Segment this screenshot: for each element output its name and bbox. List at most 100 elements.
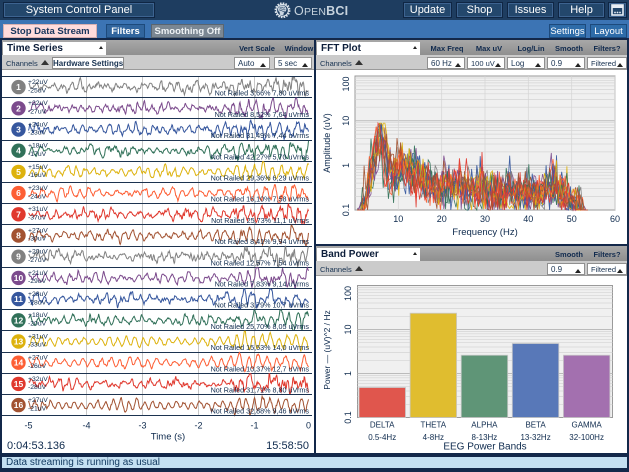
svg-text:4: 4 (16, 146, 21, 156)
svg-text:-16uV: -16uV (28, 172, 47, 179)
svg-text:+27uV: +27uV (28, 227, 48, 234)
svg-text:+21uV: +21uV (28, 270, 48, 277)
svg-text:30: 30 (480, 214, 490, 224)
svg-text:-37uV: -37uV (28, 215, 47, 222)
svg-text:-17uV: -17uV (28, 151, 47, 158)
svg-text:+20uV: +20uV (28, 249, 48, 256)
svg-text:14: 14 (14, 358, 24, 368)
svg-text:0:04:53.136: 0:04:53.136 (7, 440, 65, 452)
svg-text:10: 10 (393, 214, 403, 224)
svg-text:-2: -2 (194, 421, 202, 431)
svg-text:Not Railed 29,36% 6,29 uVrms: Not Railed 29,36% 6,29 uVrms (211, 174, 310, 183)
svg-text:Not Railed 7,83% 9,14 uVrms: Not Railed 7,83% 9,14 uVrms (215, 280, 310, 289)
svg-text:+31uV: +31uV (28, 206, 48, 213)
svg-text:Not Railed 42,27% 5,70 uVrms: Not Railed 42,27% 5,70 uVrms (211, 152, 310, 161)
svg-text:0.5-4Hz: 0.5-4Hz (368, 433, 396, 442)
svg-text:0: 0 (306, 421, 311, 431)
svg-text:-4: -4 (82, 421, 90, 431)
svg-text:-20uV: -20uV (28, 321, 47, 328)
svg-text:-28uV: -28uV (28, 299, 47, 306)
svg-text:50: 50 (567, 214, 577, 224)
svg-text:-28uV: -28uV (28, 384, 47, 391)
svg-text:11: 11 (14, 294, 23, 304)
svg-text:+22uV: +22uV (28, 79, 48, 86)
svg-text:Not Railed 10,37% 12,7 uVrms: Not Railed 10,37% 12,7 uVrms (211, 364, 310, 373)
svg-text:Amplitude (uV): Amplitude (uV) (322, 113, 332, 173)
svg-text:20: 20 (437, 214, 447, 224)
svg-text:1: 1 (16, 82, 21, 92)
svg-text:-27uV: -27uV (28, 257, 47, 264)
svg-text:Not Railed 25,73% 11,1 uVrms: Not Railed 25,73% 11,1 uVrms (211, 216, 309, 225)
svg-text:+24uV: +24uV (28, 121, 48, 128)
svg-text:DELTA: DELTA (370, 421, 395, 430)
svg-text:8: 8 (16, 231, 21, 241)
svg-text:1: 1 (341, 163, 351, 168)
svg-text:Not Railed 31,71% 8,80 uVrms: Not Railed 31,71% 8,80 uVrms (211, 386, 310, 395)
svg-text:-27uV: -27uV (28, 109, 47, 116)
svg-text:Not Railed 3,66% 7,80 uVrms: Not Railed 3,66% 7,80 uVrms (215, 89, 310, 98)
svg-text:7: 7 (16, 209, 21, 219)
svg-text:Time (s): Time (s) (151, 432, 185, 443)
svg-text:-23uV: -23uV (28, 130, 47, 137)
svg-text:40: 40 (523, 214, 533, 224)
svg-text:EEG Power Bands: EEG Power Bands (443, 442, 526, 453)
svg-text:Not Railed 8,52% 7,64 uVrms: Not Railed 8,52% 7,64 uVrms (215, 110, 310, 119)
svg-text:-29uV: -29uV (28, 278, 47, 285)
svg-text:100: 100 (341, 76, 351, 91)
svg-text:+23uV: +23uV (28, 185, 48, 192)
svg-text:Not Railed 15,53% 14,0 uVrms: Not Railed 15,53% 14,0 uVrms (211, 343, 310, 352)
svg-text:16: 16 (14, 400, 24, 410)
svg-text:0.1: 0.1 (343, 411, 353, 424)
svg-text:Not Railed 32,88% 9,46 uVrms: Not Railed 32,88% 9,46 uVrms (211, 407, 310, 416)
svg-text:10: 10 (14, 273, 24, 283)
svg-text:-30uV: -30uV (28, 236, 47, 243)
svg-text:-25uV: -25uV (28, 87, 47, 94)
svg-text:+31uV: +31uV (28, 333, 48, 340)
svg-text:60: 60 (610, 214, 620, 224)
svg-text:+18uV: +18uV (28, 143, 48, 150)
svg-text:2: 2 (16, 103, 21, 113)
svg-text:Not Railed 8,41% 9,94 uVrms: Not Railed 8,41% 9,94 uVrms (215, 237, 310, 246)
svg-text:15: 15 (14, 379, 24, 389)
svg-text:-3: -3 (138, 421, 146, 431)
svg-text:5: 5 (16, 167, 21, 177)
svg-text:Not Railed 12,57% 7,54 uVrms: Not Railed 12,57% 7,54 uVrms (211, 258, 310, 267)
svg-text:4-8Hz: 4-8Hz (423, 433, 444, 442)
svg-text:1: 1 (343, 371, 353, 376)
svg-text:OPENBCI: OPENBCI (294, 4, 348, 18)
svg-text:-1: -1 (250, 421, 258, 431)
svg-text:-24uV: -24uV (28, 193, 47, 200)
svg-text:13: 13 (14, 337, 24, 347)
svg-text:-5: -5 (24, 421, 32, 431)
svg-text:THETA: THETA (420, 421, 446, 430)
svg-text:6: 6 (16, 188, 21, 198)
svg-text:12: 12 (14, 315, 24, 325)
svg-text:ALPHA: ALPHA (471, 421, 498, 430)
svg-text:GAMMA: GAMMA (571, 421, 602, 430)
svg-text:Power — (uV)^2 / Hz: Power — (uV)^2 / Hz (322, 310, 332, 390)
svg-text:0.1: 0.1 (341, 204, 351, 217)
svg-text:-26uV: -26uV (28, 363, 47, 370)
svg-text:-33uV: -33uV (28, 342, 47, 349)
svg-text:+18uV: +18uV (28, 312, 48, 319)
svg-text:Not Railed 25,70% 8,05 uVrms: Not Railed 25,70% 8,05 uVrms (211, 322, 310, 331)
svg-text:Frequency (Hz): Frequency (Hz) (452, 227, 517, 238)
svg-text:100: 100 (343, 286, 353, 301)
svg-text:3: 3 (16, 125, 21, 135)
svg-text:+22uV: +22uV (28, 100, 48, 107)
svg-text:+27uV: +27uV (28, 397, 48, 404)
svg-text:Not Railed 16,10% 7,58 uVrms: Not Railed 16,10% 7,58 uVrms (211, 195, 310, 204)
svg-text:+27uV: +27uV (28, 355, 48, 362)
svg-text:Not Railed 31,49% 7,44 uVrms: Not Railed 31,49% 7,44 uVrms (211, 131, 310, 140)
svg-text:9: 9 (16, 252, 21, 262)
svg-text:BETA: BETA (525, 421, 546, 430)
svg-text:-21uV: -21uV (28, 405, 47, 412)
svg-text:+32uV: +32uV (28, 376, 48, 383)
svg-text:Not Railed 3,79% 10,7 uVrms: Not Railed 3,79% 10,7 uVrms (215, 301, 310, 310)
svg-text:15:58:50: 15:58:50 (266, 440, 309, 452)
svg-text:+28uV: +28uV (28, 291, 48, 298)
svg-text:32-100Hz: 32-100Hz (569, 433, 604, 442)
svg-text:10: 10 (343, 324, 353, 334)
svg-text:10: 10 (341, 116, 351, 126)
svg-text:+15uV: +15uV (28, 164, 48, 171)
